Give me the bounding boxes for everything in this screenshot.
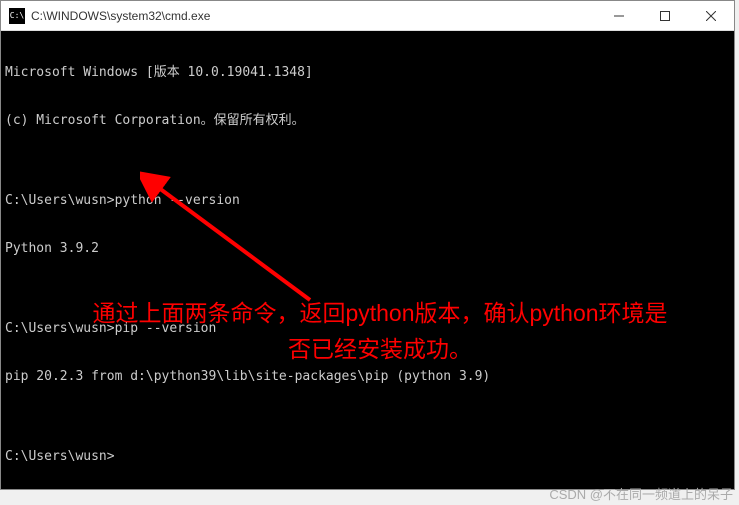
window-title: C:\WINDOWS\system32\cmd.exe — [31, 9, 596, 23]
close-icon — [706, 11, 716, 21]
terminal-line: pip 20.2.3 from d:\python39\lib\site-pac… — [5, 369, 730, 385]
close-button[interactable] — [688, 1, 734, 30]
maximize-button[interactable] — [642, 1, 688, 30]
titlebar[interactable]: C:\ C:\WINDOWS\system32\cmd.exe — [1, 1, 734, 31]
terminal-line: C:\Users\wusn> — [5, 449, 730, 465]
minimize-button[interactable] — [596, 1, 642, 30]
terminal-line: C:\Users\wusn>pip --version — [5, 321, 730, 337]
terminal-line: Microsoft Windows [版本 10.0.19041.1348] — [5, 65, 730, 81]
maximize-icon — [660, 11, 670, 21]
watermark: CSDN @不在同一频道上的呆子 — [549, 484, 733, 503]
cmd-window: C:\ C:\WINDOWS\system32\cmd.exe Microsof… — [0, 0, 735, 490]
terminal-line: Python 3.9.2 — [5, 241, 730, 257]
cmd-icon: C:\ — [9, 8, 25, 24]
terminal-area[interactable]: Microsoft Windows [版本 10.0.19041.1348] (… — [1, 31, 734, 489]
terminal-line: C:\Users\wusn>python --version — [5, 193, 730, 209]
terminal-line: (c) Microsoft Corporation。保留所有权利。 — [5, 113, 730, 129]
window-controls — [596, 1, 734, 30]
minimize-icon — [614, 11, 624, 21]
